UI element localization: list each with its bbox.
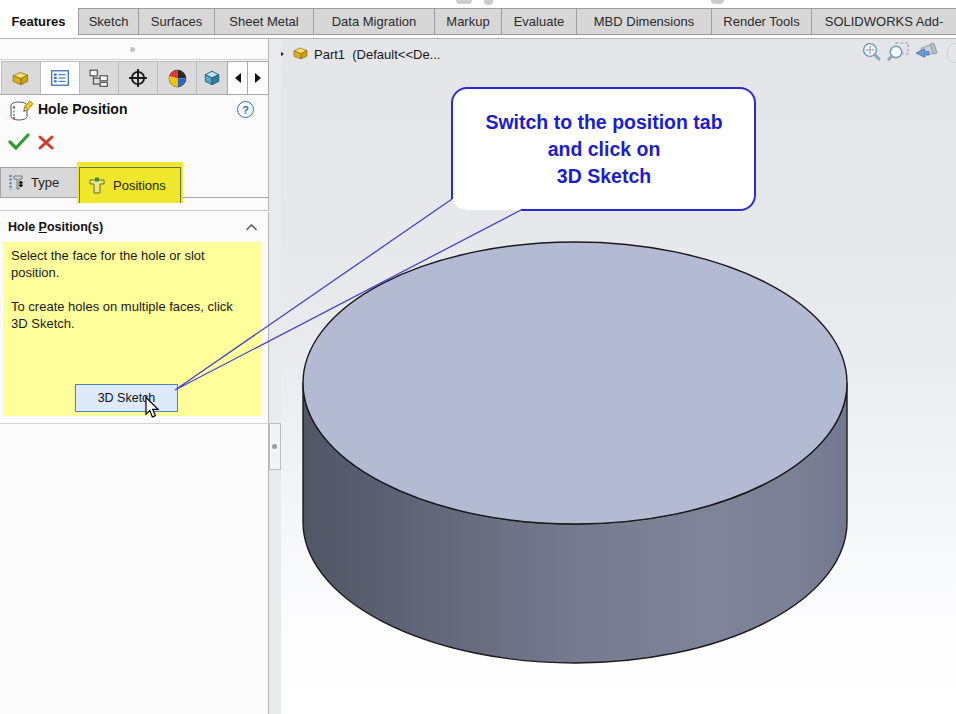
dimxpert-icon	[128, 68, 148, 88]
mouse-cursor	[144, 396, 160, 419]
tab-features[interactable]: Features	[0, 8, 77, 35]
toolbar-pill-fragment	[947, 43, 956, 63]
positions-icon	[88, 177, 106, 195]
cube-icon	[203, 69, 221, 87]
part-icon	[292, 45, 310, 61]
zoom-to-area-icon[interactable]	[887, 41, 911, 63]
ribbon-tab-bar: Features Sketch Surfaces Sheet Metal Dat…	[0, 0, 956, 39]
tab-markup[interactable]: Markup	[434, 8, 502, 35]
tab-pane-extra[interactable]	[196, 61, 228, 95]
splitter-grip-dot	[272, 444, 277, 449]
divider	[0, 94, 269, 95]
property-manager-icon	[50, 69, 70, 87]
message-paragraph: To create holes on multiple faces, click…	[11, 298, 239, 332]
panel-tabs-scroll-left[interactable]	[227, 61, 248, 95]
cancel-button[interactable]	[37, 134, 55, 151]
panel-tabs-scroll-right[interactable]	[247, 61, 269, 95]
toolbar-fragment	[711, 0, 724, 4]
tab-display-manager[interactable]	[157, 61, 197, 95]
configurations-icon	[89, 69, 109, 87]
divider	[0, 211, 269, 212]
divider	[0, 423, 269, 424]
toolbar-fragment	[456, 0, 472, 4]
tab-evaluate[interactable]: Evaluate	[501, 8, 577, 35]
tab-dimxpert-manager[interactable]	[118, 61, 158, 95]
tab-sheet-metal[interactable]: Sheet Metal	[214, 8, 314, 35]
solidworks-window: Features Sketch Surfaces Sheet Metal Dat…	[0, 0, 956, 714]
divider	[0, 59, 269, 60]
tab-data-migration[interactable]: Data Migration	[313, 8, 435, 35]
panel-grip-dot	[130, 47, 135, 52]
tab-configuration-manager[interactable]	[79, 61, 119, 95]
section-header-hole-positions[interactable]: Hole Position(s)	[8, 220, 103, 234]
left-arrow-icon	[235, 73, 241, 83]
callout-text: Switch to the position tab and click on …	[452, 88, 756, 210]
divider	[183, 197, 269, 198]
zoom-to-fit-icon[interactable]	[861, 41, 883, 63]
previous-view-icon[interactable]	[913, 41, 939, 63]
tab-feature-manager[interactable]	[1, 61, 41, 95]
tab-solidworks-addins[interactable]: SOLIDWORKS Add-	[811, 8, 956, 35]
3d-sketch-button[interactable]: 3D Sketch	[75, 384, 178, 412]
tab-surfaces[interactable]: Surfaces	[138, 8, 215, 35]
right-arrow-icon	[255, 73, 261, 83]
feature-tree-root[interactable]: Part1 (Default<<De...	[314, 47, 440, 62]
hole-wizard-icon	[8, 98, 34, 124]
help-icon[interactable]: ?	[237, 101, 254, 118]
tab-sketch[interactable]: Sketch	[78, 8, 139, 35]
part-icon	[11, 69, 31, 87]
hole-type-icon	[8, 174, 25, 191]
display-manager-icon	[168, 69, 187, 88]
property-manager-title: Hole Position	[38, 101, 127, 117]
tab-type[interactable]: Type	[0, 167, 78, 198]
tab-positions[interactable]: Positions	[79, 167, 181, 203]
tab-property-manager[interactable]	[40, 61, 80, 95]
tab-render-tools[interactable]: Render Tools	[711, 8, 812, 35]
tab-mbd-dimensions[interactable]: MBD Dimensions	[576, 8, 712, 35]
message-paragraph: Select the face for the hole or slot pos…	[11, 247, 239, 281]
collapse-chevron-icon[interactable]	[245, 223, 258, 232]
ok-button[interactable]	[8, 132, 30, 152]
panel-splitter	[269, 39, 281, 714]
